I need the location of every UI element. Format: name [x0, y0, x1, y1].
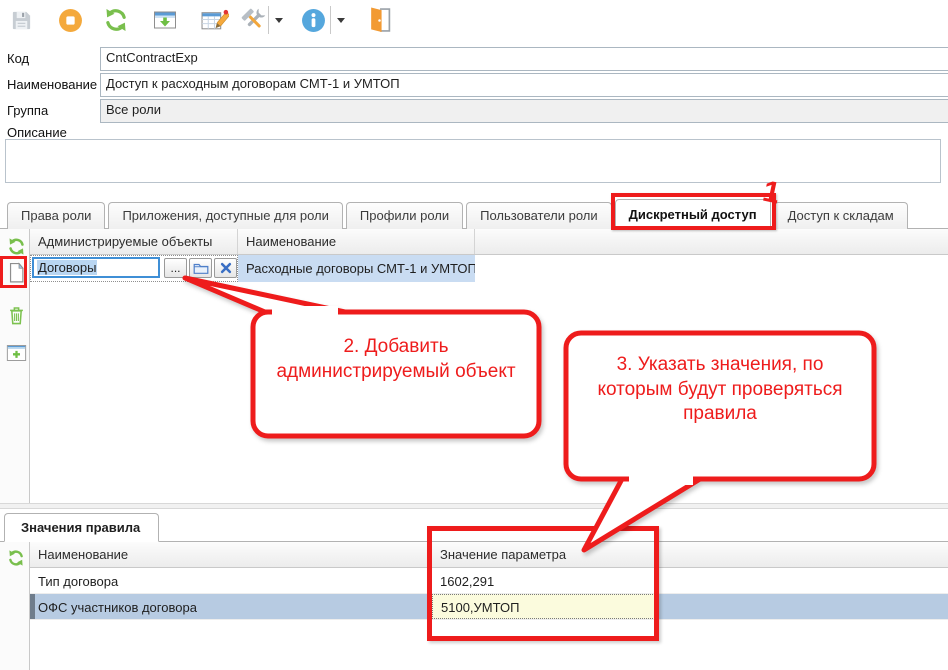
open-folder-button[interactable]	[189, 258, 212, 278]
tab-role-rights[interactable]: Права роли	[7, 202, 105, 229]
group-input[interactable]: Все роли	[100, 99, 948, 123]
column-header-admin-objects[interactable]: Администрируемые объекты	[30, 229, 238, 254]
add-table-row-icon	[6, 344, 27, 362]
role-tabs: Права роли Приложения, доступные для рол…	[0, 196, 948, 229]
admin-object-value: Договоры	[37, 260, 97, 275]
selected-row-marker	[30, 594, 35, 619]
tools-icon	[240, 7, 267, 34]
grid-side-toolbar	[0, 229, 30, 503]
tab-warehouse-access[interactable]: Доступ к складам	[774, 202, 908, 229]
tab-role-users[interactable]: Пользователи роли	[466, 202, 611, 229]
table-edit-button[interactable]	[200, 4, 230, 36]
param-value-cell[interactable]: 1602,291	[432, 568, 657, 593]
refresh-icon	[103, 7, 129, 33]
description-textarea[interactable]	[5, 139, 941, 183]
clear-x-icon	[220, 262, 232, 274]
stop-icon	[58, 8, 83, 33]
column-header-rule-name[interactable]: Наименование	[30, 542, 432, 567]
info-dropdown-button[interactable]	[333, 4, 349, 36]
rule-values-tabstrip: Значения правила	[0, 509, 948, 542]
tab-role-profiles[interactable]: Профили роли	[346, 202, 463, 229]
refresh-icon	[7, 237, 26, 256]
tab-discrete-access[interactable]: Дискретный доступ 1	[615, 199, 771, 229]
admin-object-editor-cell[interactable]: Договоры ...	[30, 255, 238, 282]
table-row[interactable]: ОФС участников договора 5100,УМТОП	[30, 594, 948, 620]
tab-role-applications[interactable]: Приложения, доступные для роли	[108, 202, 342, 229]
rule-values-panel: Значения правила Наименование Значение п…	[0, 509, 948, 670]
column-header-empty	[657, 542, 948, 567]
name-input[interactable]: Доступ к расходным договорам СМТ-1 и УМТ…	[100, 73, 948, 97]
discrete-access-panel: Администрируемые объекты Наименование До…	[0, 229, 948, 503]
tools-dropdown-button[interactable]	[271, 4, 287, 36]
toolbar-separator	[268, 6, 269, 34]
rule-values-side-toolbar	[0, 542, 30, 670]
description-label: Описание	[7, 125, 67, 140]
refresh-icon	[7, 549, 25, 567]
exit-door-icon	[367, 6, 392, 34]
name-label: Наименование	[7, 77, 97, 92]
table-row[interactable]: Тип договора 1602,291	[30, 568, 948, 594]
param-value-input[interactable]: 5100,УМТОП	[432, 594, 657, 619]
code-input[interactable]: CntContractExp	[100, 47, 948, 71]
main-table-header: Администрируемые объекты Наименование	[30, 229, 948, 255]
folder-icon	[193, 262, 209, 275]
column-header-name[interactable]: Наименование	[238, 229, 475, 254]
grid-refresh-button[interactable]	[4, 234, 28, 258]
tools-button[interactable]	[238, 4, 268, 36]
grid-add-record-button[interactable]	[4, 260, 28, 284]
info-button[interactable]	[298, 4, 328, 36]
group-label: Группа	[7, 103, 48, 118]
rule-values-refresh-button[interactable]	[4, 546, 28, 570]
rule-name-cell[interactable]: Тип договора	[30, 568, 432, 593]
rule-values-header: Наименование Значение параметра	[30, 542, 948, 568]
toolbar-separator	[330, 6, 331, 34]
main-toolbar	[0, 0, 948, 42]
save-button[interactable]	[6, 4, 36, 36]
save-icon	[10, 9, 33, 32]
grid-delete-button[interactable]	[4, 303, 28, 327]
dropdown-caret-icon	[337, 18, 345, 23]
table-import-icon	[152, 8, 178, 32]
column-header-empty	[475, 229, 948, 254]
grid-add-row-button[interactable]	[4, 341, 28, 365]
code-label: Код	[7, 51, 29, 66]
rule-name-cell[interactable]: ОФС участников договора	[30, 594, 432, 619]
exit-button[interactable]	[364, 4, 394, 36]
refresh-button[interactable]	[101, 4, 131, 36]
column-header-param-value[interactable]: Значение параметра	[432, 542, 657, 567]
tab-rule-values[interactable]: Значения правила	[4, 513, 159, 542]
stop-button[interactable]	[55, 4, 85, 36]
table-row: Договоры ... Расходные договоры СМТ-1 и …	[30, 255, 948, 282]
clear-button[interactable]	[214, 258, 237, 278]
table-edit-icon	[201, 8, 229, 33]
table-import-button[interactable]	[150, 4, 180, 36]
new-record-icon	[8, 262, 25, 283]
tab-discrete-access-label: Дискретный доступ	[629, 207, 757, 222]
admin-object-name-cell[interactable]: Расходные договоры СМТ-1 и УМТОП	[238, 255, 475, 282]
admin-object-input[interactable]: Договоры	[32, 257, 160, 278]
role-editor-window: Код CntContractExp Наименование Доступ к…	[0, 0, 948, 670]
info-icon	[301, 8, 326, 33]
browse-ellipsis-button[interactable]: ...	[164, 258, 187, 278]
dropdown-caret-icon	[275, 18, 283, 23]
delete-icon	[8, 305, 25, 326]
